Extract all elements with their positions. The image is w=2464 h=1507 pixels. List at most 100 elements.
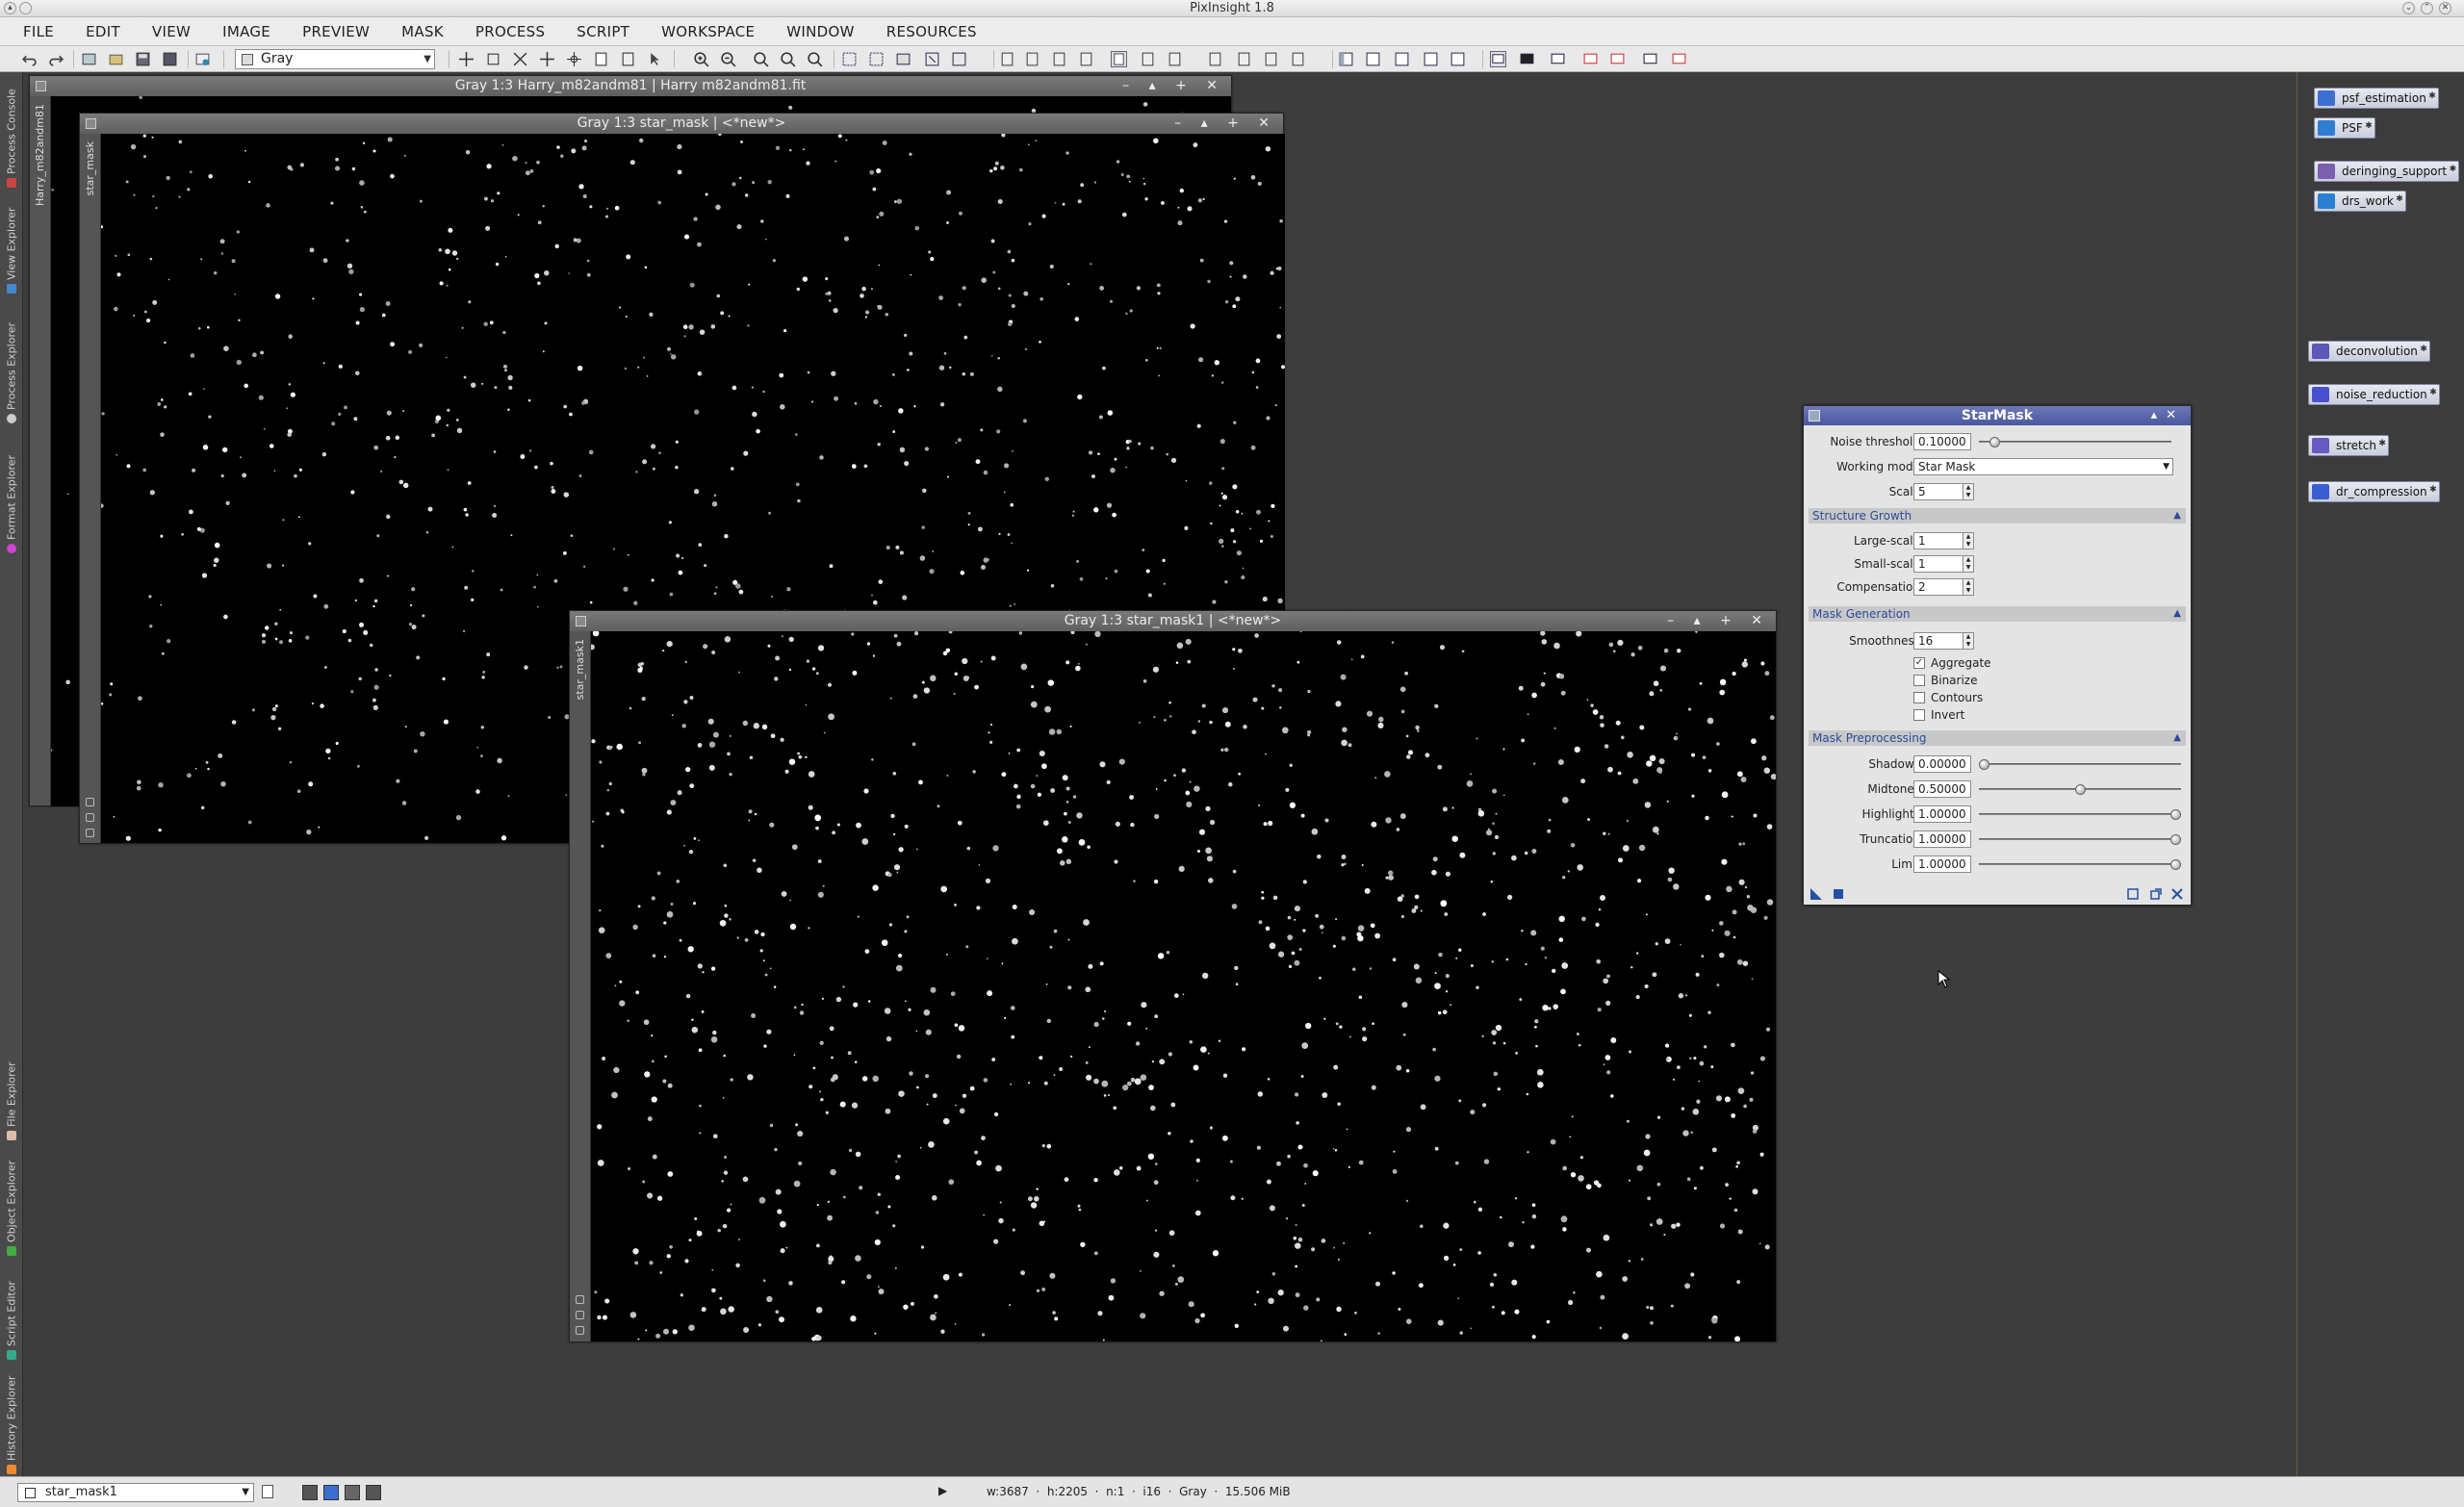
new-preview-icon[interactable] — [593, 51, 609, 67]
starmask-titlebar[interactable]: StarMask ▴✕ — [1804, 406, 2191, 425]
zoom-fit-window-icon[interactable] — [780, 51, 796, 67]
starmask-dialog[interactable]: StarMask ▴✕ Noise threshold: 0.10000 Work… — [1803, 405, 2192, 906]
window-title-harry[interactable]: Gray 1:3 Harry_m82andm81 | Harry m82andm… — [30, 76, 1231, 96]
tab-format-explorer[interactable]: Format Explorer — [1, 438, 22, 553]
shade-icon[interactable]: ▴ — [2151, 408, 2167, 422]
channel-rgb-icon[interactable] — [302, 1485, 318, 1500]
play-icon[interactable]: ▶ — [938, 1484, 947, 1497]
workspace-5-icon[interactable] — [1609, 51, 1626, 67]
smoothness-input[interactable]: 16 — [1913, 632, 1964, 650]
structure-growth-section[interactable]: Structure Growth ▲ — [1809, 508, 2186, 524]
process-icon-noise-reduction[interactable]: noise_reduction ✱ — [2308, 384, 2440, 405]
panel-bottom-icon[interactable] — [1423, 51, 1439, 67]
track-view-icon[interactable] — [2150, 888, 2162, 900]
noise-threshold-input[interactable]: 0.10000 — [1913, 433, 1971, 450]
slider-knob[interactable] — [2074, 784, 2086, 795]
redo-icon[interactable] — [48, 51, 64, 67]
readout-3-icon[interactable] — [1263, 51, 1279, 67]
fit-view-icon[interactable] — [485, 51, 501, 67]
window-fit-icon[interactable] — [924, 51, 940, 67]
zoom-out-icon[interactable] — [720, 51, 736, 67]
binarize-checkbox[interactable]: Binarize — [1913, 674, 1977, 687]
zoom-fit-icon[interactable] — [512, 51, 528, 67]
limit-slider[interactable] — [1979, 859, 2181, 870]
scale-spinner[interactable]: ▲ ▼ — [1963, 483, 1974, 500]
select-mode-icon[interactable] — [458, 51, 475, 67]
contours-checkbox[interactable]: Contours — [1913, 691, 1983, 704]
mask-preprocessing-section[interactable]: Mask Preprocessing ▲ — [1809, 730, 2186, 746]
mask-show-icon[interactable] — [999, 51, 1015, 67]
menu-edit[interactable]: EDIT — [86, 23, 120, 40]
workspace-3-icon[interactable] — [1550, 51, 1566, 67]
limit-input[interactable]: 1.00000 — [1913, 856, 1971, 873]
tab-script-editor[interactable]: Script Editor — [1, 1264, 22, 1360]
stf-reset-icon[interactable] — [1167, 51, 1183, 67]
view-toggle-icon[interactable] — [262, 1485, 273, 1498]
open-icon[interactable] — [108, 51, 124, 67]
close-all-icon[interactable] — [194, 51, 211, 67]
zoom-actual-icon[interactable] — [807, 51, 823, 67]
menu-resources[interactable]: RESOURCES — [886, 23, 977, 40]
mini-icon[interactable] — [576, 1311, 584, 1319]
menu-script[interactable]: SCRIPT — [577, 23, 629, 40]
panel-right-icon[interactable] — [1365, 51, 1381, 67]
window-title-star-mask1[interactable]: Gray 1:3 star_mask1 | <*new*> – ▴ + ✕ — [570, 611, 1776, 631]
mask-remove-icon[interactable] — [1078, 51, 1094, 67]
menu-preview[interactable]: PREVIEW — [302, 23, 370, 40]
invert-checkbox[interactable]: Invert — [1913, 708, 1964, 722]
close-icon[interactable]: ✕ — [2439, 2, 2451, 14]
truncation-input[interactable]: 1.00000 — [1913, 830, 1971, 848]
maximize-icon[interactable]: ⌃ — [2421, 2, 2433, 14]
edit-preview-icon[interactable] — [620, 51, 636, 67]
cascade-icon[interactable] — [868, 51, 885, 67]
window-shade-icon[interactable] — [19, 2, 32, 14]
menu-workspace[interactable]: WORKSPACE — [661, 23, 755, 40]
large-scale-spinner[interactable]: ▲ ▼ — [1963, 532, 1974, 549]
tab-view-explorer[interactable]: View Explorer — [1, 197, 22, 294]
process-icon-drs-work[interactable]: drs_work ✱ — [2314, 191, 2406, 212]
workspace-6-icon[interactable] — [1642, 51, 1658, 67]
large-scale-input[interactable]: 1 — [1913, 532, 1964, 549]
panel-float-icon[interactable] — [1450, 51, 1466, 67]
slider-knob[interactable] — [2170, 859, 2181, 870]
panel-top-icon[interactable] — [1394, 51, 1410, 67]
zoom-in-icon[interactable] — [693, 51, 709, 67]
menu-process[interactable]: PROCESS — [475, 23, 545, 40]
center-icon[interactable] — [566, 51, 582, 67]
process-icon-dr-compression[interactable]: dr_compression ✱ — [2308, 481, 2440, 502]
tab-file-explorer[interactable]: File Explorer — [1, 1044, 22, 1140]
process-icon-psf[interactable]: PSF ✱ — [2314, 117, 2375, 139]
aggregate-checkbox[interactable]: ✓ Aggregate — [1913, 656, 1991, 670]
small-scale-spinner[interactable]: ▲ ▼ — [1963, 555, 1974, 573]
image-window-star-mask1[interactable]: Gray 1:3 star_mask1 | <*new*> – ▴ + ✕ sta… — [569, 610, 1777, 1342]
channel-blue-icon[interactable] — [323, 1485, 339, 1500]
workspace-1-icon[interactable] — [1490, 51, 1506, 67]
process-icon-psf-estimation[interactable]: psf_estimation ✱ — [2314, 88, 2439, 109]
readout-4-icon[interactable] — [1290, 51, 1306, 67]
window-menu-icon[interactable]: ▴ — [4, 2, 16, 14]
compensation-input[interactable]: 2 — [1913, 578, 1964, 596]
workspace-4-icon[interactable] — [1582, 51, 1599, 67]
stf-icon[interactable] — [1111, 51, 1127, 67]
new-image-icon[interactable] — [81, 51, 97, 67]
collapse-icon[interactable]: ▲ — [2173, 508, 2181, 524]
new-instance-icon[interactable] — [1810, 887, 1823, 901]
menu-view[interactable]: VIEW — [152, 23, 191, 40]
mask-generation-section[interactable]: Mask Generation ▲ — [1809, 606, 2186, 622]
tab-history-explorer[interactable]: History Explorer — [1, 1367, 22, 1474]
save-as-icon[interactable] — [162, 51, 178, 67]
menu-image[interactable]: IMAGE — [222, 23, 270, 40]
apply-icon[interactable] — [1833, 888, 1844, 900]
active-view-select[interactable]: star_mask1 ▼ — [17, 1483, 254, 1502]
highlights-slider[interactable] — [1979, 809, 2181, 820]
menu-window[interactable]: WINDOW — [786, 23, 854, 40]
process-icon-deringing-support[interactable]: deringing_support ✱ — [2314, 161, 2460, 182]
panel-left-icon[interactable] — [1338, 51, 1354, 67]
window-title-star-mask[interactable]: Gray 1:3 star_mask | <*new*> – ▴ + ✕ — [80, 114, 1283, 134]
slider-knob[interactable] — [1989, 437, 2001, 447]
working-mode-select[interactable]: Star Mask ▼ — [1913, 458, 2173, 475]
tile-icon[interactable] — [841, 51, 858, 67]
mini-icon[interactable] — [576, 1326, 584, 1335]
workspace-2-icon[interactable] — [1519, 51, 1535, 67]
tab-process-console[interactable]: Process Console — [1, 82, 22, 188]
